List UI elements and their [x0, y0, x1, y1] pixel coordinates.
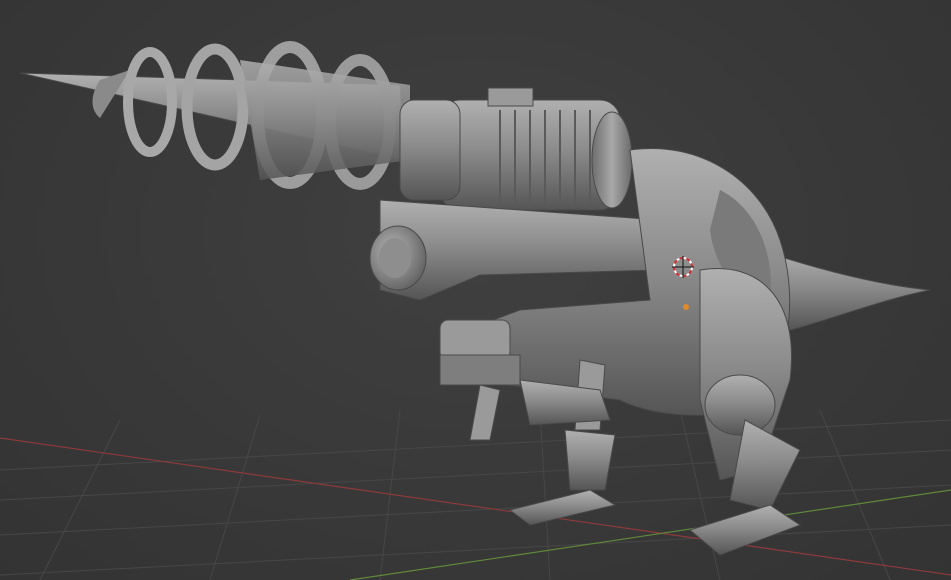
robot-head[interactable]: [369, 199, 661, 301]
y-axis-line: [349, 489, 951, 580]
object-origin-icon: [683, 304, 689, 310]
x-axis-line: [0, 437, 951, 576]
rear-leg[interactable]: [688, 268, 802, 556]
drill-bit[interactable]: [19, 41, 410, 190]
viewport-scene[interactable]: [0, 0, 951, 580]
drill-motor[interactable]: [399, 87, 633, 211]
front-leg[interactable]: [508, 379, 617, 526]
3d-viewport[interactable]: [0, 0, 951, 580]
